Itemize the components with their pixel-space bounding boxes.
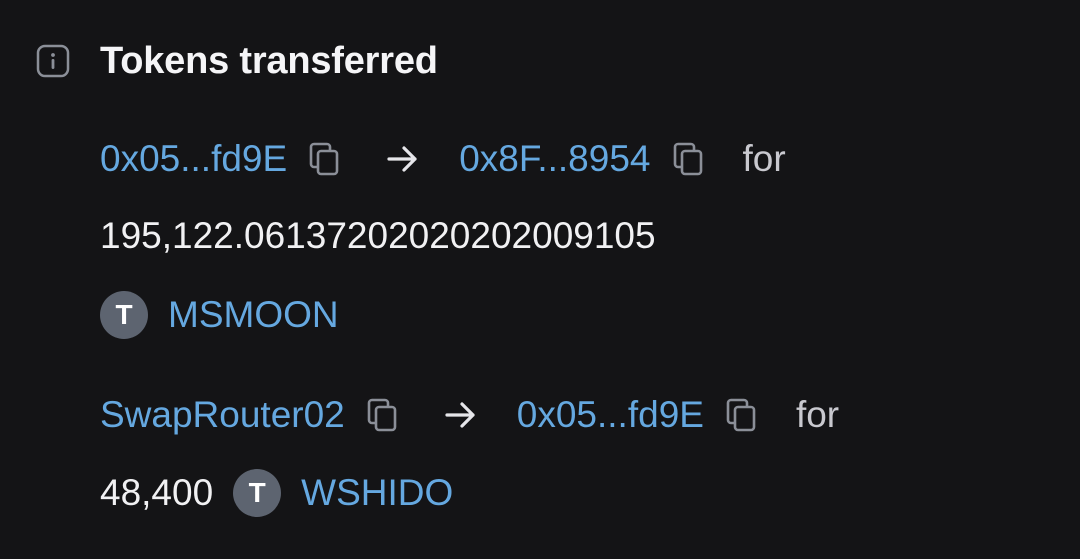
for-label: for [742, 138, 786, 179]
amount-token-row: 48,400 T WSHIDO [100, 468, 453, 518]
transfer-row: 0x05...fd9E 0x8F...8954 for [100, 134, 786, 184]
token-avatar: T [100, 291, 148, 339]
copy-icon[interactable] [724, 397, 758, 433]
section-title: Tokens transferred [100, 40, 438, 82]
transfer-amount: 48,400 [100, 472, 214, 513]
copy-icon[interactable] [307, 141, 341, 177]
tokens-transferred-section: Tokens transferred 0x05...fd9E 0x8F...89… [0, 0, 1080, 559]
token-row: T MSMOON [100, 290, 339, 340]
amount-row: 195,122.06137202020202009105 [100, 211, 656, 261]
token-avatar: T [233, 469, 282, 517]
token-symbol-link[interactable]: MSMOON [168, 294, 339, 336]
copy-icon[interactable] [365, 397, 399, 433]
for-label: for [795, 394, 840, 435]
from-address-link[interactable]: 0x05...fd9E [100, 138, 287, 180]
transfer-row: SwapRouter02 0x05...fd9E for [100, 390, 839, 440]
token-symbol-link[interactable]: WSHIDO [301, 472, 453, 514]
copy-icon[interactable] [671, 141, 705, 177]
arrow-right-icon [445, 402, 475, 428]
from-address-link[interactable]: SwapRouter02 [100, 394, 345, 436]
to-address-link[interactable]: 0x05...fd9E [517, 394, 704, 436]
transfer-amount: 195,122.06137202020202009105 [100, 215, 656, 256]
to-address-link[interactable]: 0x8F...8954 [459, 138, 650, 180]
info-icon [36, 44, 70, 78]
arrow-right-icon [387, 146, 417, 172]
